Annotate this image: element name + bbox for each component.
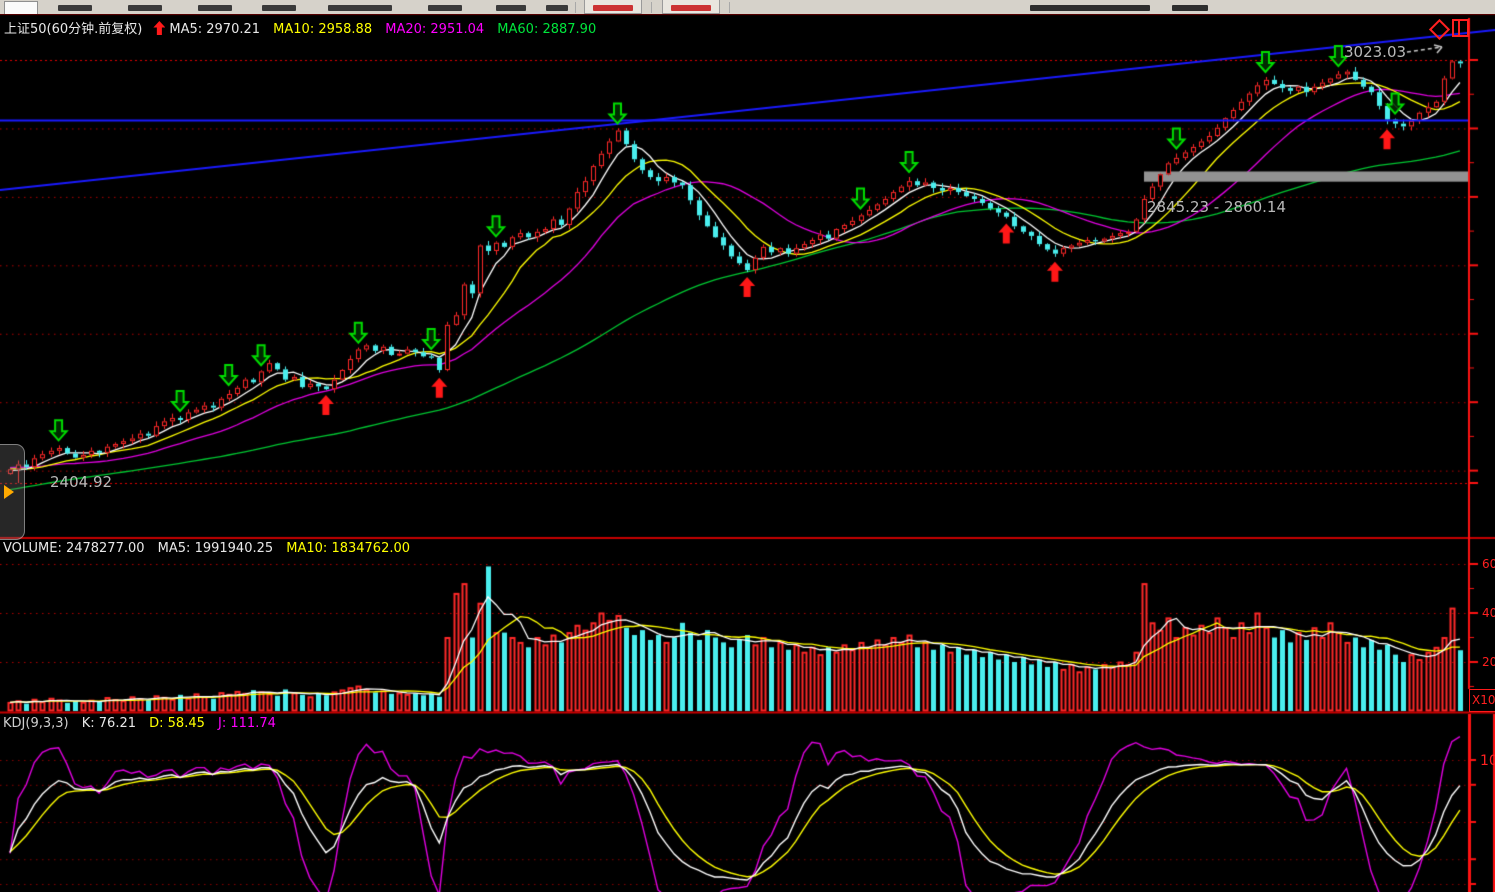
kdj-j-value: J: 111.74 xyxy=(218,716,276,731)
toolbar-separator xyxy=(575,2,576,13)
toolbar-button-clipped[interactable] xyxy=(546,5,568,11)
toolbar-text-clipped xyxy=(1030,5,1150,11)
toolbar-separator xyxy=(651,2,652,13)
symbol-title: 上证50(60分钟.前复权) xyxy=(4,22,142,37)
volume-unit-box: X10 xyxy=(1469,689,1495,712)
volume-axis-200: 200 xyxy=(1482,655,1495,669)
kdj-k-value: K: 76.21 xyxy=(82,716,136,731)
ma10-value: MA10: 2958.88 xyxy=(273,22,372,37)
volume-axis-400: 400 xyxy=(1482,606,1495,620)
gap-band-label: 2845.23 - 2860.14 xyxy=(1147,198,1286,216)
kdj-name: KDJ(9,3,3) xyxy=(3,716,69,731)
kdj-d-value: D: 58.45 xyxy=(149,716,205,731)
low-price-label: 2404.92 xyxy=(50,473,112,491)
split-window-icon[interactable] xyxy=(1452,19,1469,37)
trading-app-window: { "toolbar": { "note": "menu bar clipped… xyxy=(0,0,1495,892)
kdj-axis-100: 100 xyxy=(1480,753,1495,769)
red-text-partial xyxy=(593,5,633,11)
volume-value: VOLUME: 2478277.00 xyxy=(3,541,145,556)
toolbar-text-clipped xyxy=(1172,5,1208,11)
volume-header: VOLUME: 2478277.00 MA5: 1991940.25 MA10:… xyxy=(3,541,419,556)
toolbar-red-button-clipped[interactable] xyxy=(662,0,720,14)
ma60-value: MA60: 2887.90 xyxy=(497,22,596,37)
kdj-header: KDJ(9,3,3) K: 76.21 D: 58.45 J: 111.74 xyxy=(3,716,285,731)
volume-axis-600: 600 xyxy=(1482,557,1495,571)
sidebar-handle[interactable] xyxy=(0,444,25,540)
toolbar-red-button-clipped[interactable] xyxy=(584,0,642,14)
toolbar-button-clipped[interactable] xyxy=(58,5,92,11)
red-text-partial xyxy=(671,5,711,11)
toolbar-clipped[interactable] xyxy=(0,0,1495,15)
toolbar-button-clipped[interactable] xyxy=(496,5,526,11)
volume-ma10-value: MA10: 1834762.00 xyxy=(286,541,410,556)
expand-triangle-icon xyxy=(4,485,14,499)
toolbar-button-clipped[interactable] xyxy=(262,5,296,11)
toolbar-button-clipped[interactable] xyxy=(428,5,462,11)
high-price-label: 3023.03 xyxy=(1344,43,1406,61)
volume-ma5-value: MA5: 1991940.25 xyxy=(158,541,273,556)
ma20-value: MA20: 2951.04 xyxy=(385,22,484,37)
toolbar-button-clipped[interactable] xyxy=(198,5,232,11)
app-logo-icon xyxy=(4,1,38,15)
chart-canvas[interactable] xyxy=(0,14,1495,892)
up-arrow-icon xyxy=(153,21,165,35)
ma5-value: MA5: 2970.21 xyxy=(169,22,260,37)
main-chart-header: 上证50(60分钟.前复权) MA5: 2970.21 MA10: 2958.88… xyxy=(4,18,605,37)
toolbar-separator xyxy=(729,2,730,13)
toolbar-button-clipped[interactable] xyxy=(128,5,162,11)
toolbar-button-clipped[interactable] xyxy=(328,5,392,11)
